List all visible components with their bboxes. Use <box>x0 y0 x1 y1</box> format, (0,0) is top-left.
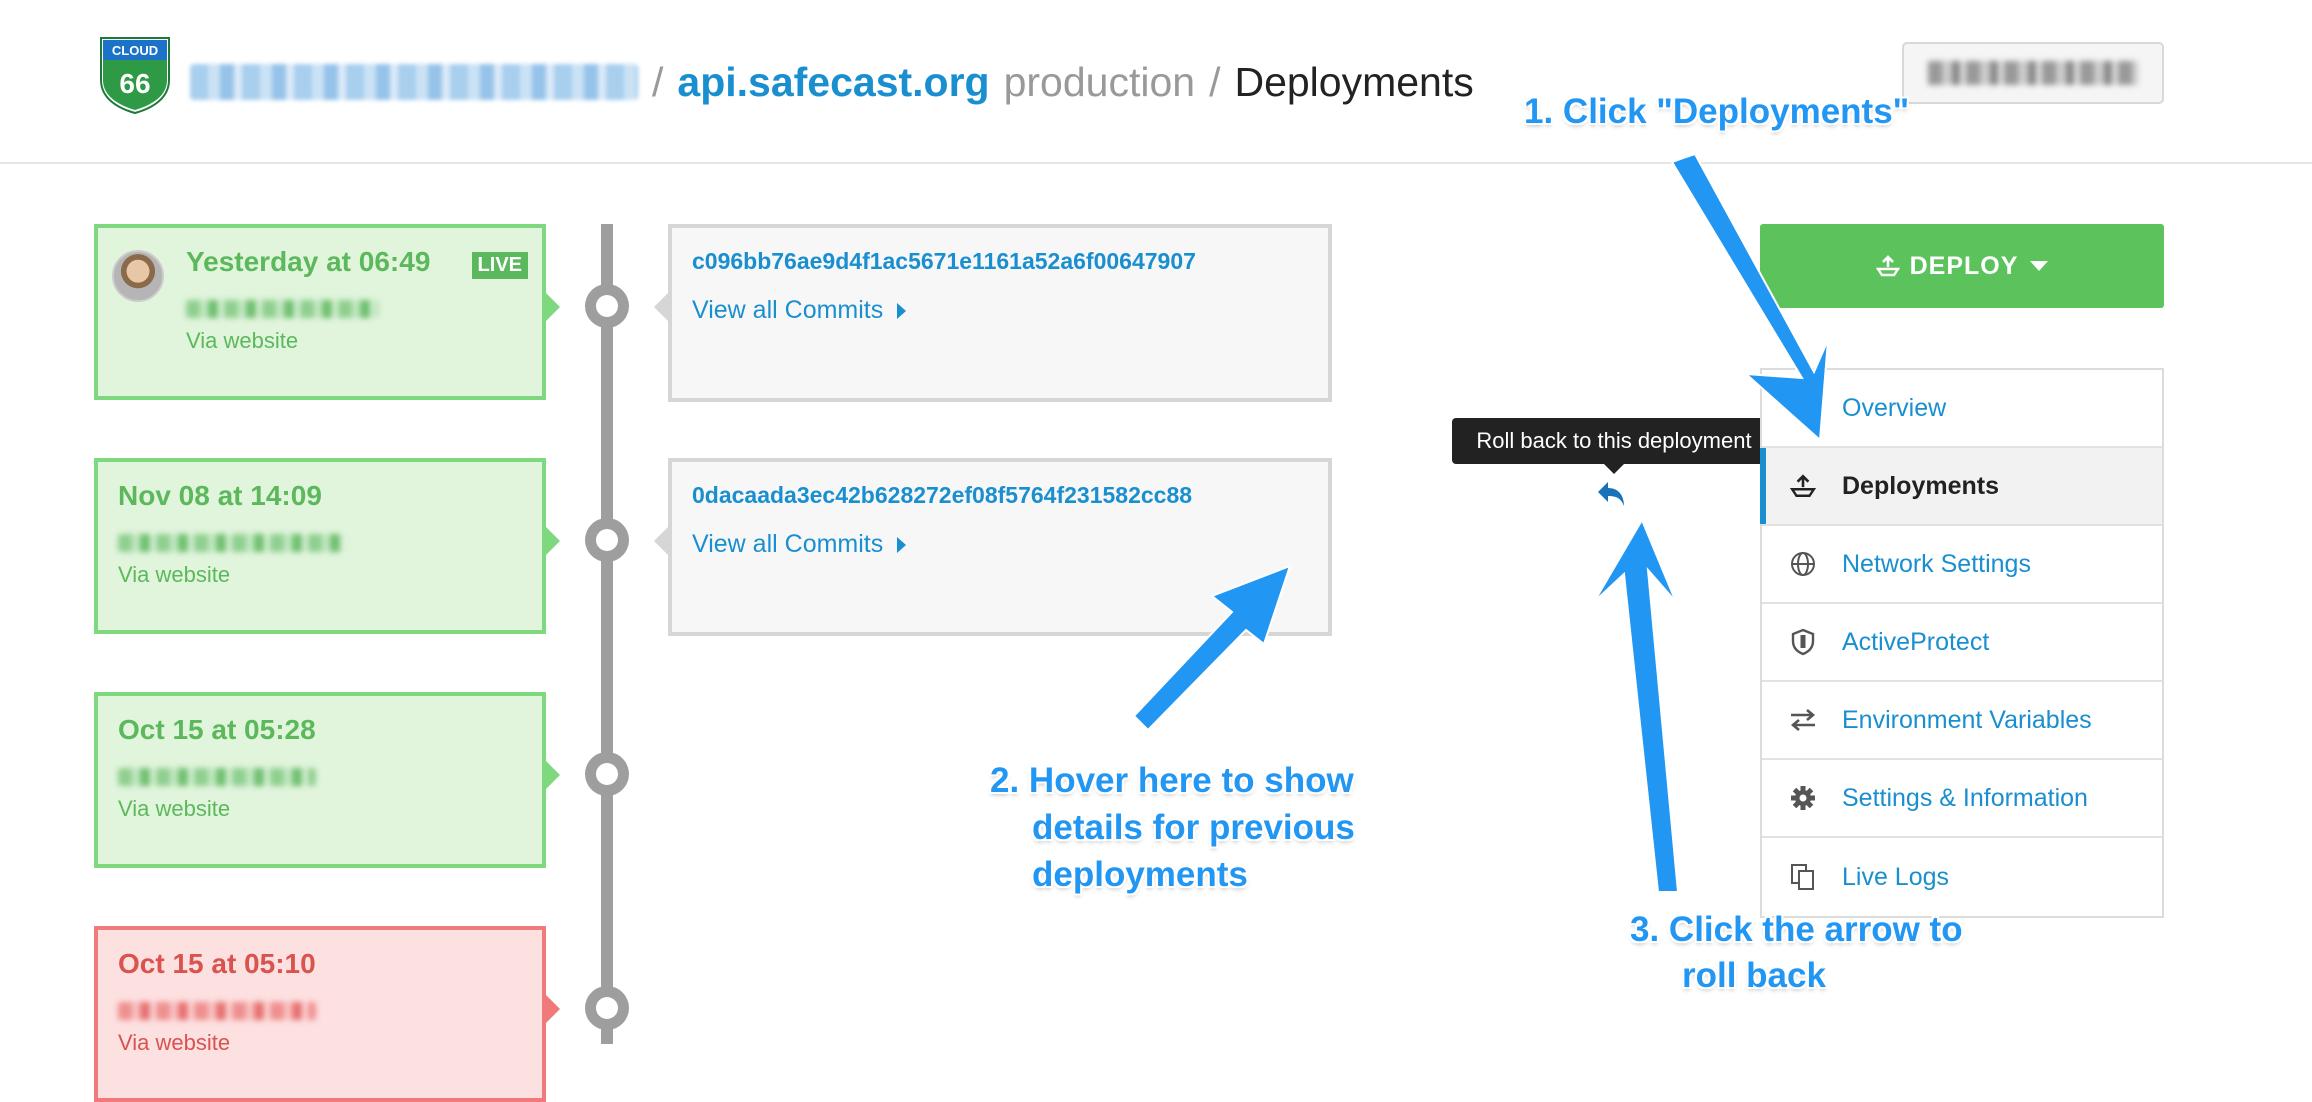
timeline-dot <box>585 518 629 562</box>
deploy-icon <box>1875 255 1900 277</box>
rollback-tooltip: Roll back to this deployment <box>1452 418 1776 464</box>
menu-item-deployments[interactable]: Deployments <box>1760 448 2162 526</box>
commit-hash-link[interactable]: 0dacaada3ec42b628272ef08f5764f231582cc88 <box>692 482 1192 509</box>
annotation-step-1: 1. Click "Deployments" <box>1524 92 1910 131</box>
environment-label: production <box>1003 58 1196 105</box>
breadcrumb: / api.safecast.org production / Deployme… <box>190 52 1474 112</box>
annotation-step-3-line-2: roll back <box>1682 956 1826 995</box>
deployer-email-blurred <box>186 300 378 318</box>
deployer-email-blurred <box>118 534 344 552</box>
menu-item-label: Overview <box>1842 393 1947 422</box>
user-menu-button[interactable] <box>1902 42 2164 104</box>
timeline-line <box>601 224 613 1044</box>
menu-item-label: Environment Variables <box>1842 705 2092 734</box>
avatar <box>112 250 164 302</box>
view-all-commits-link[interactable]: View all Commits <box>692 530 906 559</box>
deployment-card-failed[interactable]: Oct 15 at 05:10 Via website <box>94 926 546 1102</box>
card-pointer <box>546 527 560 555</box>
globe-icon <box>1788 549 1818 579</box>
swap-arrows-icon <box>1788 705 1818 735</box>
menu-item-label: Live Logs <box>1842 862 1950 891</box>
environment-menu: Overview Deployments Network Settings Ac… <box>1760 368 2164 918</box>
annotation-step-2-line-1: 2. Hover here to show <box>990 761 1354 800</box>
deployment-card[interactable]: Nov 08 at 14:09 Via website <box>94 458 546 634</box>
copy-icon <box>1788 862 1818 892</box>
rollback-arrow-icon[interactable] <box>1594 476 1630 512</box>
menu-item-label: ActiveProtect <box>1842 627 1990 656</box>
breadcrumb-separator: / <box>652 58 664 105</box>
timeline-dot <box>585 986 629 1030</box>
annotation-arrow-3 <box>1593 517 1680 893</box>
menu-item-overview[interactable]: Overview <box>1762 370 2162 448</box>
logo-number-text: 66 <box>119 68 150 99</box>
menu-item-label: Network Settings <box>1842 549 2031 578</box>
tooltip-tip <box>1604 464 1624 474</box>
annotation-step-2-line-3: deployments <box>1032 855 1248 894</box>
deployer-email-blurred <box>118 768 316 786</box>
annotation-step-3-line-1: 3. Click the arrow to <box>1630 910 1963 949</box>
shield-icon <box>1788 627 1818 657</box>
commit-panel: 0dacaada3ec42b628272ef08f5764f231582cc88… <box>668 458 1332 636</box>
menu-item-live-logs[interactable]: Live Logs <box>1762 838 2162 916</box>
deployer-email-blurred <box>118 1002 316 1020</box>
deployment-card[interactable]: Oct 15 at 05:28 Via website <box>94 692 546 868</box>
app-name-link[interactable]: api.safecast.org <box>677 59 989 106</box>
breadcrumb-separator: / <box>1209 58 1221 105</box>
logo-top-text: CLOUD <box>112 43 158 58</box>
panel-pointer <box>654 527 668 555</box>
deployment-source: Via website <box>186 328 299 353</box>
panel-pointer <box>654 293 668 321</box>
deployment-date: Nov 08 at 14:09 <box>118 480 322 511</box>
deployment-date: Yesterday at 06:49 <box>186 246 431 277</box>
live-badge: LIVE <box>471 252 528 279</box>
card-pointer <box>546 995 560 1023</box>
menu-item-settings-information[interactable]: Settings & Information <box>1762 760 2162 838</box>
card-pointer <box>546 293 560 321</box>
page-title: Deployments <box>1234 58 1474 105</box>
deployment-date: Oct 15 at 05:10 <box>118 948 316 979</box>
gear-icon <box>1788 783 1818 813</box>
deploy-icon <box>1788 471 1818 501</box>
menu-item-environment-variables[interactable]: Environment Variables <box>1762 682 2162 760</box>
menu-item-activeprotect[interactable]: ActiveProtect <box>1762 604 2162 682</box>
deployment-source: Via website <box>118 1030 231 1055</box>
user-name-blurred <box>1928 61 2138 85</box>
deploy-button[interactable]: DEPLOY <box>1760 224 2164 308</box>
account-name-blurred[interactable] <box>190 64 638 100</box>
overview-icon <box>1788 393 1818 423</box>
deployment-source: Via website <box>118 562 231 587</box>
view-all-commits-link[interactable]: View all Commits <box>692 296 906 325</box>
annotation-step-2-line-2: details for previous <box>1032 808 1355 847</box>
deployment-date: Oct 15 at 05:28 <box>118 714 316 745</box>
card-pointer <box>546 761 560 789</box>
menu-item-network-settings[interactable]: Network Settings <box>1762 526 2162 604</box>
deploy-button-label: DEPLOY <box>1909 251 2019 280</box>
deployment-card[interactable]: Yesterday at 06:49 LIVE Via website <box>94 224 546 400</box>
menu-item-label: Settings & Information <box>1842 783 2088 812</box>
commit-hash-link[interactable]: c096bb76ae9d4f1ac5671e1161a52a6f00647907 <box>692 248 1196 275</box>
timeline-dot <box>585 752 629 796</box>
commit-panel: c096bb76ae9d4f1ac5671e1161a52a6f00647907… <box>668 224 1332 402</box>
cloud66-logo[interactable]: CLOUD 66 <box>97 36 173 114</box>
menu-item-label: Deployments <box>1842 471 1999 500</box>
deployment-source: Via website <box>118 796 231 821</box>
chevron-down-icon <box>2030 261 2049 271</box>
timeline-dot <box>585 284 629 328</box>
